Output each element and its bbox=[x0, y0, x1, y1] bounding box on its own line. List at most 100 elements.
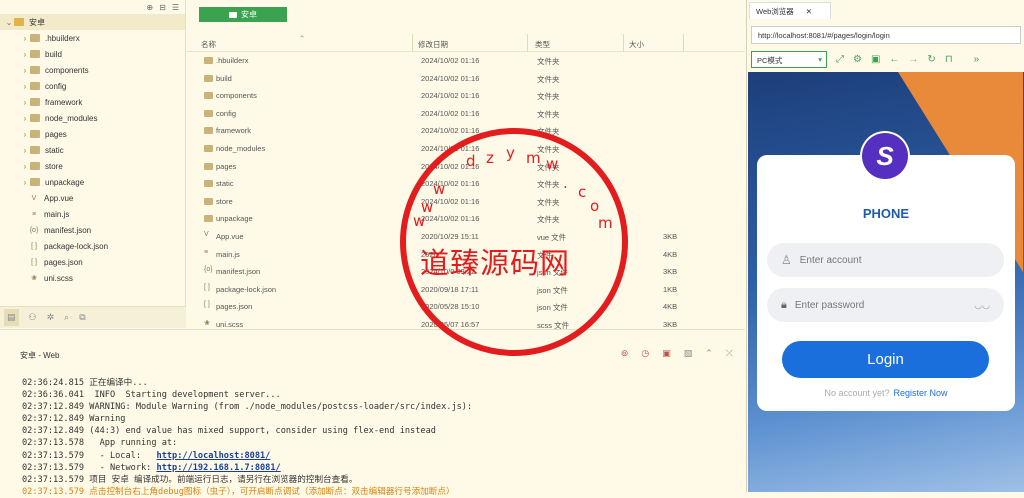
chevron-right-icon[interactable]: › bbox=[20, 130, 30, 139]
settings-icon[interactable]: ⚙ bbox=[853, 54, 862, 65]
login-button[interactable]: Login bbox=[782, 341, 989, 378]
file-date: 2024/10/02 01:16 bbox=[421, 56, 480, 65]
tree-root[interactable]: ⌄ 安卓 bbox=[0, 14, 185, 30]
avatar: S bbox=[860, 131, 910, 181]
col-date[interactable]: 修改日期 bbox=[418, 39, 448, 50]
tree-item[interactable]: › framework bbox=[0, 94, 185, 110]
log-line: 02:37:12.849 WARNING: Module Warning (fr… bbox=[22, 402, 473, 413]
back-icon[interactable]: ← bbox=[889, 54, 899, 65]
file-name: uni.scss bbox=[216, 320, 244, 329]
devtools-icon[interactable]: ▣ bbox=[871, 54, 880, 65]
file-name: pages bbox=[216, 161, 237, 171]
tree-item[interactable]: › static bbox=[0, 142, 185, 158]
mode-select[interactable]: PC模式 bbox=[751, 50, 827, 68]
chevron-right-icon[interactable]: › bbox=[20, 114, 30, 123]
plugins-icon[interactable]: ⚇ bbox=[29, 312, 37, 323]
tree-item[interactable]: › node_modules bbox=[0, 110, 185, 126]
tree-item[interactable]: {o} manifest.json bbox=[0, 222, 185, 238]
debug-bug-icon[interactable]: ⊚ bbox=[621, 348, 629, 359]
file-row[interactable]: static 2024/10/02 01:16 文件夹 bbox=[187, 175, 745, 193]
file-date: 2024/10/02 01:16 bbox=[421, 91, 480, 101]
tree-item[interactable]: V App.vue bbox=[0, 190, 185, 206]
folder-icon bbox=[30, 34, 40, 42]
file-row[interactable]: components 2024/10/02 01:16 文件夹 bbox=[187, 87, 745, 105]
chevron-right-icon[interactable]: › bbox=[20, 66, 30, 75]
log-link[interactable]: http://192.168.1.7:8081/ bbox=[157, 463, 281, 473]
rotate-icon[interactable]: ⤢ bbox=[836, 54, 844, 65]
tree-item[interactable]: › build bbox=[0, 46, 185, 62]
chevron-down-icon[interactable]: ⌄ bbox=[4, 18, 14, 27]
chevron-right-icon[interactable]: › bbox=[20, 178, 30, 187]
watermark-letter: w bbox=[433, 180, 446, 198]
file-icon: [ ] bbox=[31, 242, 37, 250]
file-icon: {o} bbox=[29, 226, 39, 234]
maximize-icon[interactable]: ⌃ bbox=[705, 348, 713, 359]
app-title: PHONE bbox=[862, 206, 910, 221]
file-name: static bbox=[216, 179, 234, 189]
column-header: 名称 ⌃ 修改日期 类型 大小 bbox=[187, 34, 745, 52]
tree-item[interactable]: › unpackage bbox=[0, 174, 185, 190]
chevron-right-icon[interactable]: › bbox=[20, 98, 30, 107]
tree-item[interactable]: › .hbuilderx bbox=[0, 30, 185, 46]
file-type: 文件夹 bbox=[537, 74, 560, 84]
locate-icon[interactable]: ⊕ bbox=[146, 3, 153, 12]
file-row[interactable]: unpackage 2024/10/02 01:16 文件夹 bbox=[187, 210, 745, 228]
file-row[interactable]: [ ] pages.json 2020/05/28 15:10 json 文件 4KB bbox=[187, 298, 745, 316]
extensions-icon[interactable]: ⧉ bbox=[79, 312, 85, 323]
close-icon[interactable]: ✕ bbox=[806, 7, 812, 16]
menu-icon[interactable]: ☰ bbox=[172, 3, 179, 12]
log-line: 02:36:36.041 INFO Starting development s… bbox=[22, 390, 281, 401]
console-panel: 安卓 - Web ⊚ ◷ ▣ ▧ ⌃ ⤫ 02:36:24.815 正在编译中.… bbox=[0, 329, 745, 497]
log-link[interactable]: http://localhost:8081/ bbox=[157, 451, 271, 461]
register-link[interactable]: Register Now bbox=[894, 388, 948, 398]
file-row[interactable]: config 2024/10/02 01:16 文件夹 bbox=[187, 105, 745, 123]
forward-icon[interactable]: → bbox=[908, 54, 918, 65]
folder-icon bbox=[204, 109, 213, 117]
col-size[interactable]: 大小 bbox=[629, 39, 644, 50]
restart-icon[interactable]: ◷ bbox=[641, 348, 649, 359]
close-icon[interactable]: ⤫ bbox=[726, 348, 733, 359]
stop-icon[interactable]: ▣ bbox=[662, 348, 671, 359]
search-icon[interactable]: ⌕ bbox=[64, 312, 69, 323]
tree-item[interactable]: ❀ uni.scss bbox=[0, 270, 185, 286]
tree-item[interactable]: › store bbox=[0, 158, 185, 174]
file-row[interactable]: build 2024/10/02 01:16 文件夹 bbox=[187, 70, 745, 88]
col-type[interactable]: 类型 bbox=[535, 39, 550, 50]
file-type: 文件夹 bbox=[537, 127, 560, 137]
tree-item[interactable]: › pages bbox=[0, 126, 185, 142]
tree-item-label: components bbox=[45, 65, 89, 75]
col-name[interactable]: 名称 bbox=[201, 39, 216, 50]
folder-icon bbox=[204, 92, 213, 100]
tree-item[interactable]: › config bbox=[0, 78, 185, 94]
account-input[interactable]: ♙ Enter account bbox=[767, 243, 1004, 277]
collapse-icon[interactable]: ⊟ bbox=[159, 3, 166, 12]
password-input[interactable]: 🔒︎ Enter password ◡◡ bbox=[767, 288, 1004, 322]
project-tree-panel: ⊕ ⊟ ☰ ⌄ 安卓 › .hbuilderx › build › components ›… bbox=[0, 0, 186, 328]
tree-item[interactable]: [ ] pages.json bbox=[0, 254, 185, 270]
refresh-icon[interactable]: ↻ bbox=[927, 54, 935, 65]
browser-tab[interactable]: Web浏览器 ✕ bbox=[749, 2, 831, 19]
log-line: 02:36:24.815 正在编译中... bbox=[22, 378, 148, 388]
more-icon[interactable]: » bbox=[974, 54, 980, 65]
file-row[interactable]: store 2024/10/02 01:16 文件夹 bbox=[187, 193, 745, 211]
chevron-right-icon[interactable]: › bbox=[20, 146, 30, 155]
file-row[interactable]: framework 2024/10/02 01:16 文件夹 bbox=[187, 122, 745, 140]
chevron-right-icon[interactable]: › bbox=[20, 82, 30, 91]
url-bar[interactable]: http://localhost:8081/#/pages/login/logi… bbox=[751, 26, 1021, 44]
debug-icon[interactable]: ✲ bbox=[47, 312, 55, 323]
eye-closed-icon[interactable]: ◡◡ bbox=[974, 300, 990, 311]
chevron-right-icon[interactable]: › bbox=[20, 50, 30, 59]
sort-icon[interactable]: ⌃ bbox=[299, 34, 305, 43]
file-row[interactable]: [ ] package-lock.json 2020/09/18 17:11 json… bbox=[187, 281, 745, 299]
file-name: store bbox=[216, 196, 233, 206]
files-icon[interactable]: ▤ bbox=[4, 309, 19, 326]
tree-item[interactable]: ≡ main.js bbox=[0, 206, 185, 222]
file-row[interactable]: .hbuilderx 2024/10/02 01:16 文件夹 bbox=[187, 52, 745, 70]
folder-tab[interactable]: 安卓 bbox=[199, 7, 287, 22]
chevron-right-icon[interactable]: › bbox=[20, 34, 30, 43]
chevron-right-icon[interactable]: › bbox=[20, 162, 30, 171]
clear-icon[interactable]: ▧ bbox=[684, 348, 693, 359]
tree-item[interactable]: [ ] package-lock.json bbox=[0, 238, 185, 254]
lock-icon[interactable]: ⊓ bbox=[945, 54, 953, 65]
tree-item[interactable]: › components bbox=[0, 62, 185, 78]
